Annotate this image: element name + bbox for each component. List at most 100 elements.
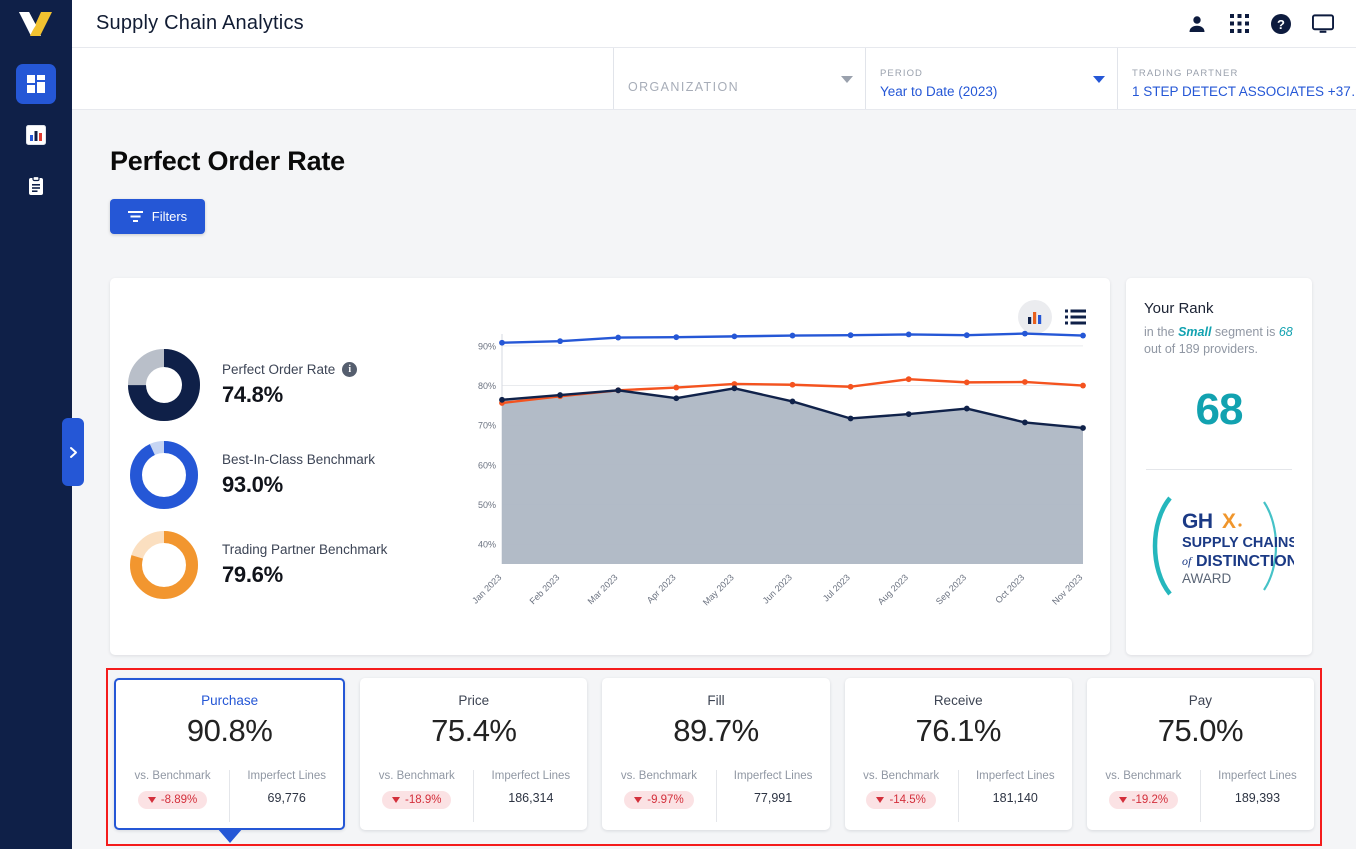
svg-text:GH: GH	[1182, 510, 1213, 533]
kpi-lines-value: 189,393	[1234, 791, 1281, 805]
arrow-down-icon	[147, 797, 156, 803]
donut-chart	[128, 349, 200, 421]
metric-trading-partner-benchmark: Trading Partner Benchmark 79.6%	[128, 520, 458, 610]
svg-text:Nov 2023: Nov 2023	[1050, 572, 1084, 606]
kpi-benchmark-label: vs. Benchmark	[620, 770, 697, 782]
kpi-card-footer: vs. Benchmark -8.89% Imperfect Lines 69,776	[116, 770, 343, 822]
kpi-lines-label: Imperfect Lines	[733, 770, 813, 782]
rank-sub-suffix: out of 189 providers.	[1144, 342, 1258, 356]
sidebar-item-reports[interactable]	[16, 166, 56, 206]
info-icon[interactable]: i	[342, 362, 358, 377]
kpi-card-name: Price	[458, 693, 490, 708]
kpi-card-pay[interactable]: Pay 75.0% vs. Benchmark -19.2% Imperfect Lin…	[1086, 678, 1315, 830]
kpi-benchmark-badge: -14.5%	[866, 791, 936, 809]
app-title: Supply Chain Analytics	[96, 12, 304, 34]
metric-label: Best-In-Class Benchmark	[222, 452, 375, 467]
donut-chart	[128, 439, 200, 511]
kpi-lines-col: Imperfect Lines 186,314	[474, 770, 587, 822]
app-root: Supply Chain Analytics ? ORGANIZATION PE…	[0, 0, 1356, 849]
kpi-benchmark-label: vs. Benchmark	[134, 770, 211, 782]
chart-card: Perfect Order Rate i 74.8% Best-In-Class…	[110, 278, 1110, 655]
kpi-lines-label: Imperfect Lines	[491, 770, 571, 782]
metric-label: Perfect Order Rate i	[222, 362, 358, 377]
svg-text:X: X	[1222, 510, 1236, 533]
kpi-card-price[interactable]: Price 75.4% vs. Benchmark -18.9% Imperfect L…	[360, 678, 588, 830]
monitor-icon[interactable]	[1312, 13, 1334, 35]
kpi-lines-col: Imperfect Lines 77,991	[717, 770, 830, 822]
help-icon[interactable]: ?	[1270, 13, 1292, 35]
metric-label-text: Trading Partner Benchmark	[222, 542, 388, 557]
dashboard-icon	[27, 75, 45, 93]
kpi-card-name: Purchase	[201, 693, 259, 708]
kpi-lines-value: 186,314	[508, 791, 554, 805]
kpi-benchmark-badge: -8.89%	[137, 791, 208, 809]
kpi-card-purchase[interactable]: Purchase 90.8% vs. Benchmark -8.89% Imperfec…	[114, 678, 346, 843]
svg-text:70%: 70%	[478, 421, 496, 431]
page-title: Perfect Order Rate	[110, 146, 345, 176]
svg-text:Sep 2023: Sep 2023	[934, 572, 968, 606]
kpi-lines-value: 77,991	[753, 791, 793, 805]
metric-text: Perfect Order Rate i 74.8%	[222, 362, 358, 408]
arrow-down-icon	[1118, 797, 1127, 803]
kpi-lines-col: Imperfect Lines 189,393	[1201, 770, 1314, 822]
filter-bar-spacer	[72, 48, 613, 109]
organization-filter-value: ORGANIZATION	[628, 79, 740, 94]
kpi-benchmark-value: -14.5%	[889, 794, 926, 806]
kpi-lines-col: Imperfect Lines 181,140	[959, 770, 1072, 822]
rank-subtitle: in the Small segment is 68 out of 189 pr…	[1144, 324, 1294, 358]
app-logo[interactable]	[0, 0, 72, 48]
rank-inline-value: 68	[1278, 325, 1293, 339]
svg-text:Oct 2023: Oct 2023	[993, 572, 1026, 605]
rank-segment: Small	[1178, 325, 1212, 339]
kpi-card-footer: vs. Benchmark -18.9% Imperfect Lines 186,31…	[360, 770, 587, 822]
metric-label: Trading Partner Benchmark	[222, 542, 387, 557]
svg-text:?: ?	[1277, 17, 1285, 32]
svg-text:50%: 50%	[478, 500, 496, 510]
app-header: Supply Chain Analytics ?	[72, 0, 1356, 48]
organization-filter[interactable]: ORGANIZATION	[613, 48, 865, 109]
kpi-benchmark-badge: -18.9%	[382, 791, 452, 809]
kpi-card-footer: vs. Benchmark -9.97% Imperfect Lines 77,991	[602, 770, 829, 822]
arrow-down-icon	[392, 797, 401, 803]
metric-text: Best-In-Class Benchmark 93.0%	[222, 452, 375, 498]
kpi-list: Purchase 90.8% vs. Benchmark -8.89% Imperfec…	[108, 670, 1320, 843]
sidebar-expand-handle[interactable]	[62, 418, 84, 486]
apps-grid-icon[interactable]	[1228, 13, 1250, 35]
svg-text:80%: 80%	[478, 381, 496, 391]
svg-text:40%: 40%	[478, 540, 496, 550]
svg-text:of: of	[1182, 554, 1193, 568]
kpi-card-name: Fill	[707, 693, 725, 708]
kpi-benchmark-col: vs. Benchmark -8.89%	[116, 770, 231, 822]
divider	[1146, 469, 1292, 470]
person-icon[interactable]	[1186, 13, 1208, 35]
kpi-card-fill[interactable]: Fill 89.7% vs. Benchmark -9.97% Imperfect Li…	[602, 678, 830, 830]
svg-text:May 2023: May 2023	[701, 572, 736, 607]
kpi-strip: Purchase 90.8% vs. Benchmark -8.89% Imperfec…	[106, 668, 1322, 846]
svg-text:Jan 2023: Jan 2023	[470, 572, 503, 605]
kpi-card-footer: vs. Benchmark -19.2% Imperfect Lines 189,39…	[1087, 770, 1314, 822]
arrow-down-icon	[876, 797, 885, 803]
donut-icon	[128, 349, 200, 421]
kpi-benchmark-value: -9.97%	[647, 794, 684, 806]
donut-icon	[130, 441, 198, 509]
svg-text:AWARD: AWARD	[1182, 571, 1231, 586]
kpi-lines-col: Imperfect Lines 69,776	[230, 770, 343, 822]
svg-text:Jul 2023: Jul 2023	[821, 572, 852, 603]
trading-partner-filter-value: 1 STEP DETECT ASSOCIATES +37…	[1132, 84, 1356, 99]
sidebar-item-analytics[interactable]	[16, 115, 56, 155]
trading-partner-filter[interactable]: TRADING PARTNER 1 STEP DETECT ASSOCIATES…	[1117, 48, 1356, 109]
period-filter-label: PERIOD	[880, 68, 924, 79]
kpi-benchmark-value: -19.2%	[1131, 794, 1169, 806]
filters-button[interactable]: Filters	[110, 199, 205, 234]
period-filter[interactable]: PERIOD Year to Date (2023)	[865, 48, 1117, 109]
chevron-down-icon	[1093, 75, 1105, 83]
kpi-lines-label: Imperfect Lines	[1218, 770, 1297, 782]
svg-text:Apr 2023: Apr 2023	[645, 572, 678, 605]
kpi-benchmark-label: vs. Benchmark	[863, 770, 940, 782]
metric-text: Trading Partner Benchmark 79.6%	[222, 542, 387, 588]
bar-chart-icon	[26, 125, 46, 145]
kpi-card-receive[interactable]: Receive 76.1% vs. Benchmark -14.5% Imperfect…	[844, 678, 1072, 830]
filters-button-label: Filters	[151, 209, 188, 224]
kpi-lines-label: Imperfect Lines	[975, 770, 1055, 782]
sidebar-item-dashboard[interactable]	[16, 64, 56, 104]
